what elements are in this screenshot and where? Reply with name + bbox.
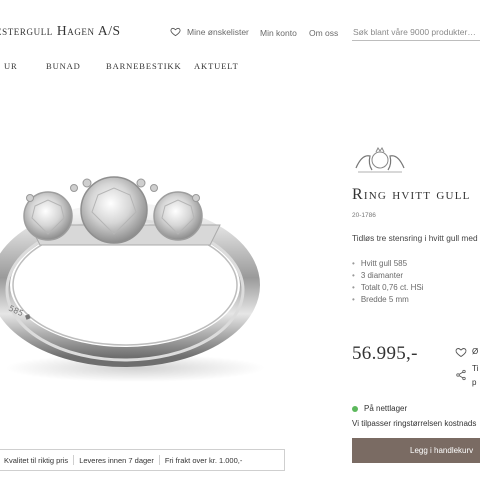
brand-crest-icon bbox=[355, 147, 405, 173]
share-icon[interactable] bbox=[455, 369, 467, 381]
stock-label: På nettlager bbox=[364, 404, 408, 413]
usp-free-shipping: Fri frakt over kr. 1.000,- bbox=[164, 455, 243, 465]
nav-item-barnebestikk[interactable]: BARNEBESTIKK bbox=[106, 61, 182, 71]
resize-note: Vi tilpasser ringstørrelsen kostnads bbox=[352, 419, 477, 428]
add-to-cart-button[interactable]: Legg i handlekurv bbox=[352, 438, 480, 463]
stock-status: På nettlager bbox=[352, 404, 407, 413]
add-to-wishlist-link[interactable]: Ø bbox=[472, 347, 478, 356]
account-link[interactable]: Min konto bbox=[260, 28, 297, 38]
product-specs: Hvitt gull 585 3 diamanter Totalt 0,76 c… bbox=[352, 258, 424, 306]
product-image[interactable]: 585 ◆ bbox=[0, 150, 280, 390]
product-sku: 20-1786 bbox=[352, 212, 376, 219]
product-description: Tidløs tre stensring i hvitt gull med d bbox=[352, 233, 480, 243]
heart-icon bbox=[170, 27, 181, 37]
brand-name[interactable]: estergull Hagen A/S bbox=[0, 23, 121, 39]
nav-item-ur[interactable]: UR bbox=[4, 61, 18, 71]
usp-quality: Kvalitet til riktig pris bbox=[4, 455, 69, 465]
usp-bar: Kvalitet til riktig pris Leveres innen 7… bbox=[0, 449, 285, 471]
about-link[interactable]: Om oss bbox=[309, 28, 338, 38]
search-input[interactable] bbox=[352, 23, 480, 41]
share-link[interactable]: Ti bbox=[472, 364, 478, 373]
in-stock-dot-icon bbox=[352, 405, 358, 412]
nav-item-bunad[interactable]: BUNAD bbox=[46, 61, 81, 71]
heart-icon[interactable] bbox=[455, 346, 467, 358]
spec-item: Bredde 5 mm bbox=[352, 294, 424, 306]
product-title: Ring hvitt gull bbox=[352, 186, 471, 203]
nav-item-aktuelt[interactable]: AKTUELT bbox=[194, 61, 239, 71]
wishlist-label: Mine ønskelister bbox=[187, 26, 249, 37]
wishlist-link[interactable]: Mine ønskelister bbox=[170, 26, 249, 37]
spec-item: 3 diamanter bbox=[352, 270, 424, 282]
product-price: 56.995,- bbox=[352, 343, 418, 364]
spec-item: Totalt 0,76 ct. HSi bbox=[352, 282, 424, 294]
usp-delivery: Leveres innen 7 dager bbox=[79, 455, 154, 465]
spec-item: Hvitt gull 585 bbox=[352, 258, 424, 270]
share-link-line2[interactable]: p bbox=[472, 378, 476, 387]
